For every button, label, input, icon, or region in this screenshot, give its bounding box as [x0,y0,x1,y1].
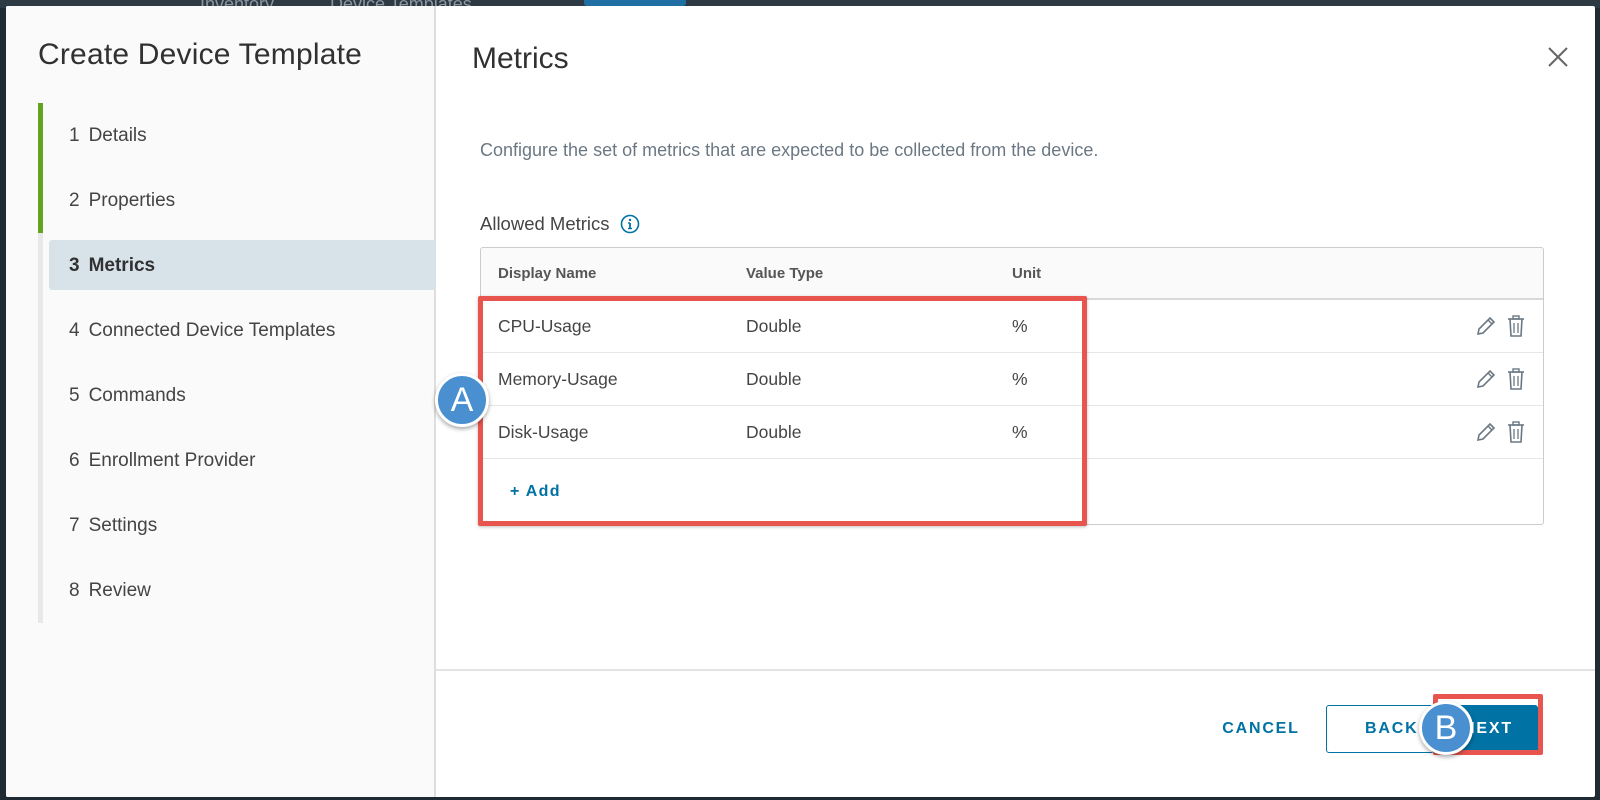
step-label: Connected Device Templates [88,319,336,341]
cell-display-name: Memory-Usage [498,368,618,389]
add-metric-button[interactable]: + Add [510,483,561,501]
step-number: 4 [69,319,80,341]
table-row: CPU-Usage Double % [481,300,1543,353]
step-number: 5 [69,384,80,406]
row-actions [1475,367,1527,391]
step-metrics[interactable]: 3 Metrics [38,233,436,298]
table-header: Display Name Value Type Unit [481,248,1543,300]
cell-value-type: Double [746,315,802,336]
pencil-icon[interactable] [1475,420,1497,444]
cell-value-type: Double [746,368,802,389]
step-number: 6 [69,449,80,471]
step-label: Commands [88,384,186,406]
allowed-metrics-label: Allowed Metrics [480,213,640,235]
wizard-title: Create Device Template [38,38,362,71]
step-label: Properties [88,189,176,211]
create-device-template-modal: Create Device Template 1 Details 2 Prope… [6,6,1595,797]
wizard-steps: 1 Details 2 Properties 3 Metrics 4 Conne… [38,103,436,623]
step-label: Metrics [88,254,156,276]
table-row: Memory-Usage Double % [481,353,1543,406]
table-row: Disk-Usage Double % [481,406,1543,459]
allowed-metrics-text: Allowed Metrics [480,213,610,234]
header-display-name: Display Name [498,264,597,282]
step-label: Settings [88,514,158,536]
step-label: Enrollment Provider [88,449,256,471]
footer-divider [436,669,1595,671]
row-actions [1475,314,1527,338]
pencil-icon[interactable] [1475,367,1497,391]
trash-icon[interactable] [1505,367,1527,391]
step-label: Review [88,579,151,601]
step-number: 3 [69,254,80,276]
header-value-type: Value Type [746,264,824,282]
step-settings[interactable]: 7 Settings [38,493,436,558]
step-number: 8 [69,579,80,601]
header-unit: Unit [1012,264,1042,282]
page-title: Metrics [472,42,569,75]
cancel-button[interactable]: CANCEL [1196,705,1326,753]
cell-value-type: Double [746,421,802,442]
wizard-main-panel: Metrics Configure the set of metrics tha… [435,6,1595,797]
cell-display-name: Disk-Usage [498,421,589,442]
step-number: 2 [69,189,80,211]
step-connected-device-templates[interactable]: 4 Connected Device Templates [38,298,436,363]
info-icon[interactable] [620,214,640,234]
cell-unit: % [1012,368,1028,389]
step-review[interactable]: 8 Review [38,558,436,623]
step-number: 1 [69,124,80,146]
pencil-icon[interactable] [1475,314,1497,338]
cell-display-name: CPU-Usage [498,315,592,336]
step-number: 7 [69,514,80,536]
step-properties[interactable]: 2 Properties [38,168,436,233]
row-actions [1475,420,1527,444]
step-details[interactable]: 1 Details [38,103,436,168]
trash-icon[interactable] [1505,314,1527,338]
allowed-metrics-table: Display Name Value Type Unit CPU-Usage D… [480,247,1544,525]
step-commands[interactable]: 5 Commands [38,363,436,428]
trash-icon[interactable] [1505,420,1527,444]
wizard-sidebar: Create Device Template 1 Details 2 Prope… [6,6,436,797]
step-label: Details [88,124,147,146]
close-icon[interactable] [1543,42,1573,72]
back-button[interactable]: BACK [1326,705,1434,753]
add-row: + Add [481,459,1543,525]
cell-unit: % [1012,315,1028,336]
annotation-marker-b: B [1419,701,1473,755]
annotation-marker-a: A [435,373,489,427]
metrics-description: Configure the set of metrics that are ex… [480,140,1099,160]
step-enrollment-provider[interactable]: 6 Enrollment Provider [38,428,436,493]
cell-unit: % [1012,421,1028,442]
